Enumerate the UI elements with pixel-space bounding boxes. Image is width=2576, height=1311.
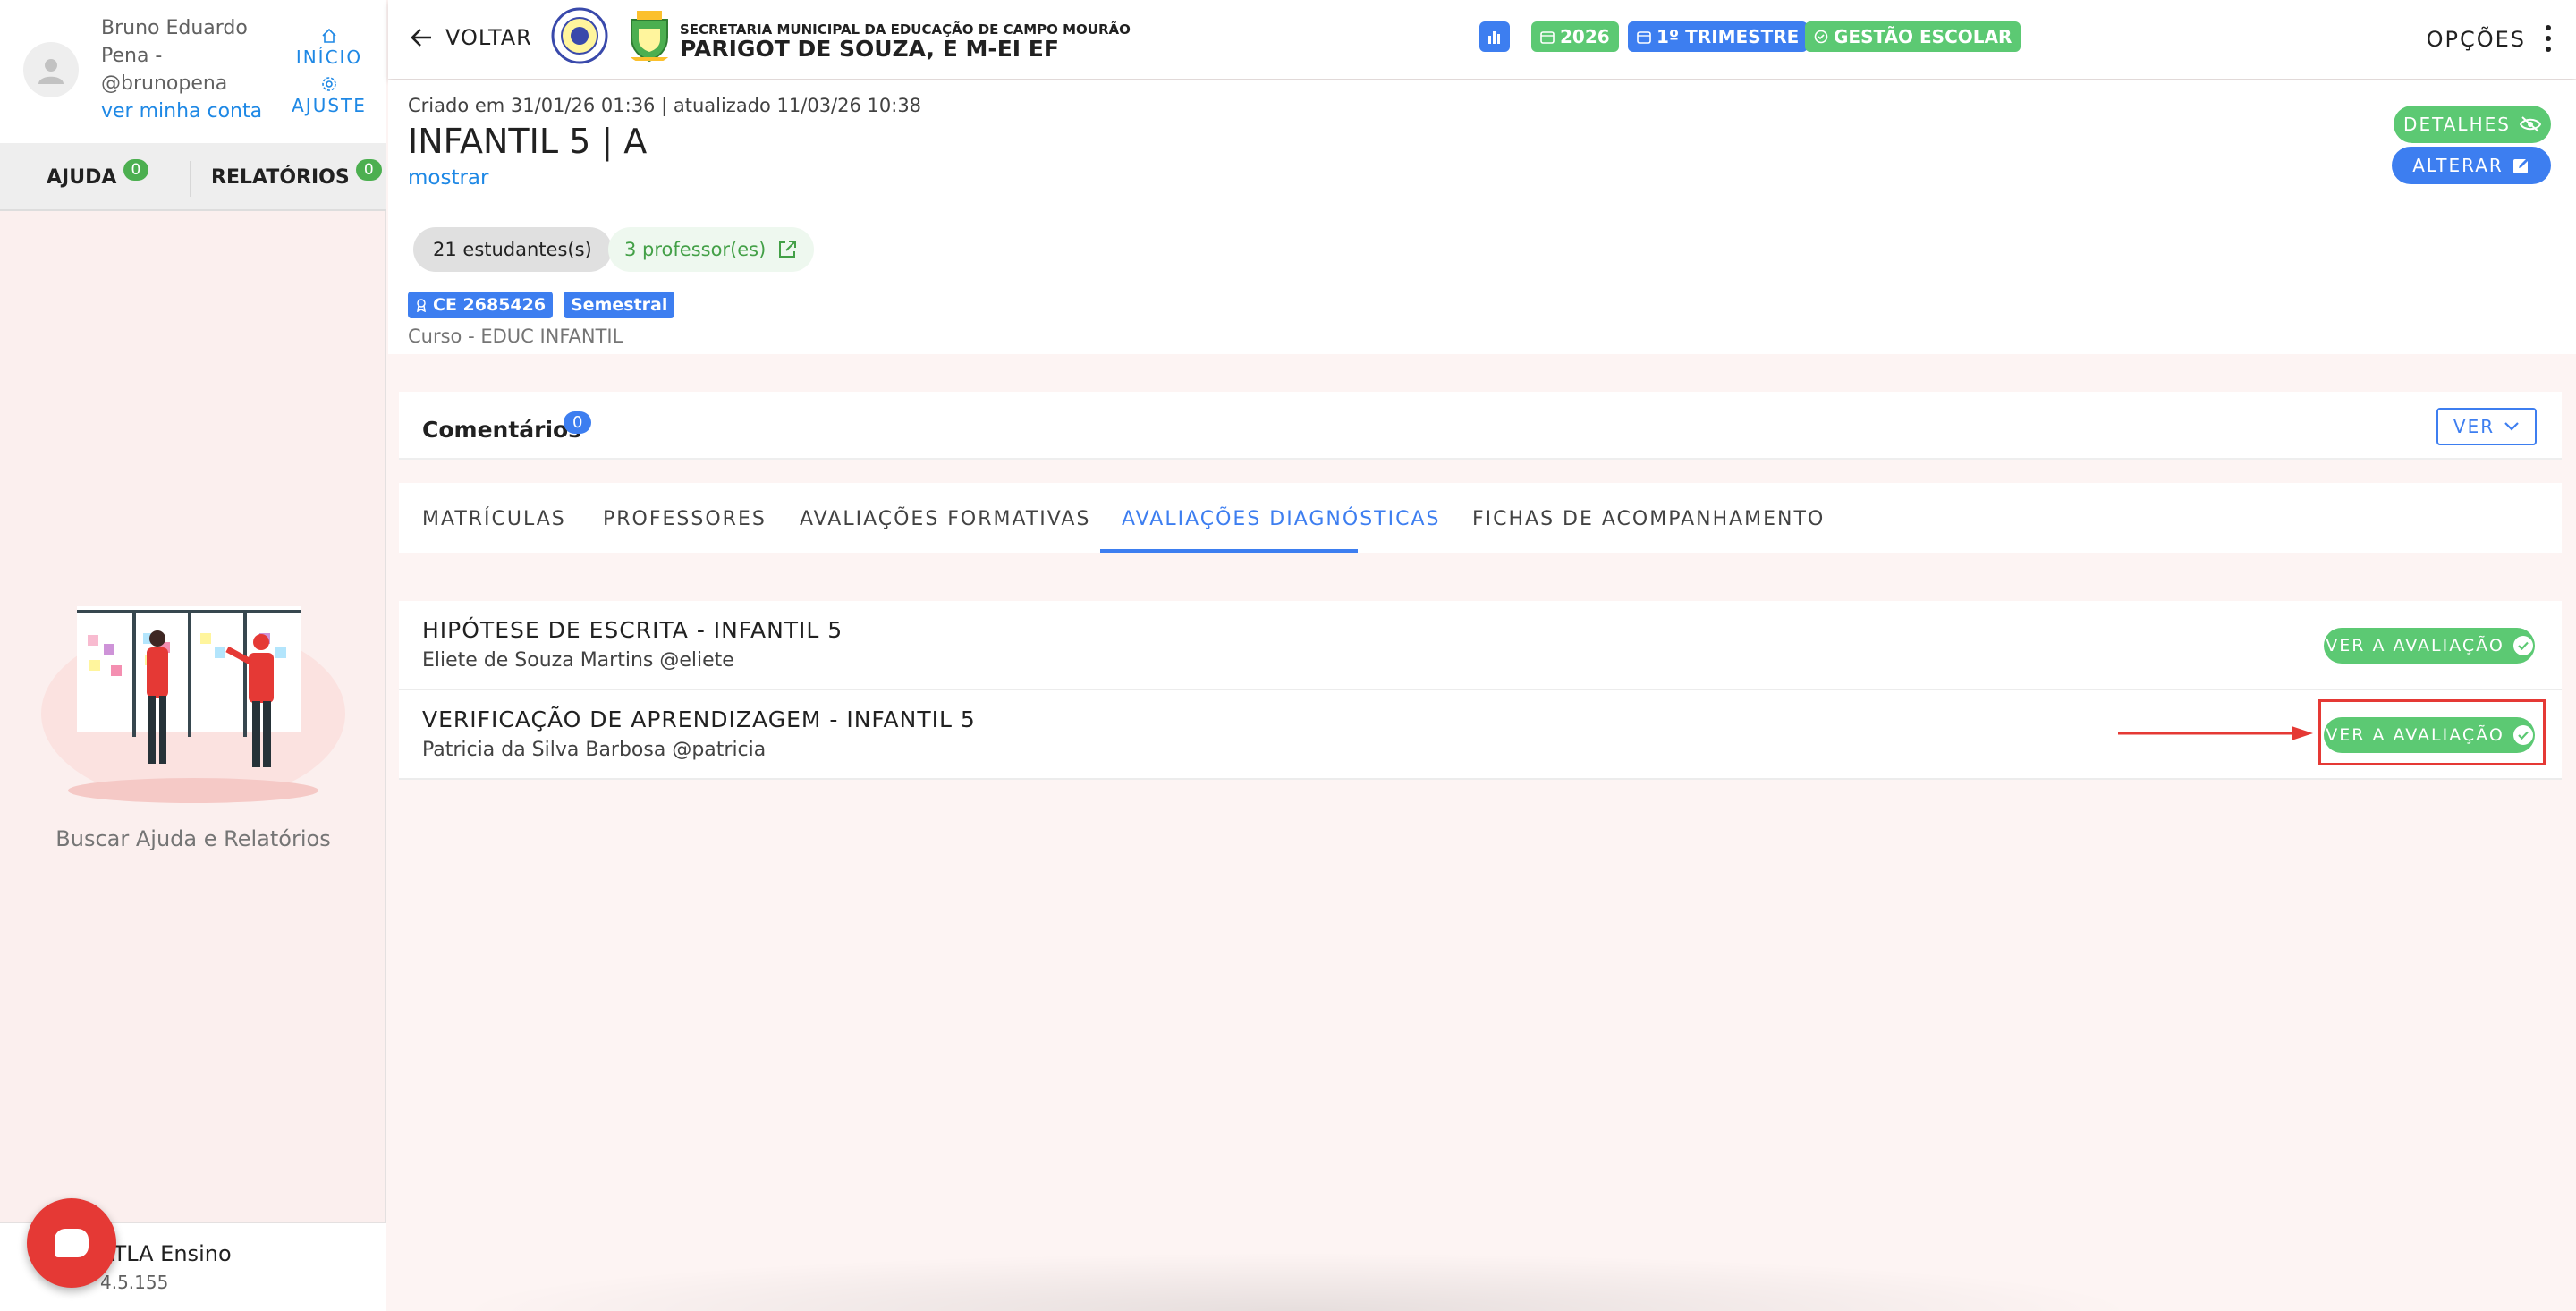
help-illustration — [41, 606, 345, 803]
details-button[interactable]: DETALHES — [2394, 106, 2551, 143]
calendar-icon — [1540, 31, 1555, 44]
avatar[interactable] — [23, 42, 79, 97]
comments-count-badge: 0 — [564, 411, 592, 434]
code-tag: CE 2685426 — [408, 292, 554, 318]
tab-divider — [190, 161, 191, 197]
user-icon — [38, 59, 64, 84]
app-name: ATLA Ensino — [100, 1241, 232, 1266]
side-tabs: AJUDA 0 RELATÓRIOS 0 — [0, 143, 386, 211]
edit-button[interactable]: ALTERAR — [2392, 147, 2551, 184]
tab-teachers[interactable]: PROFESSORES — [603, 508, 767, 530]
comments-panel: Comentários 0 VER — [399, 392, 2562, 460]
topbar: VOLTAR SECRETARIA MUNICIPAL DA EDUCAÇÃO … — [388, 0, 2576, 79]
check-circle-icon — [1814, 30, 1828, 44]
view-comments-label: VER — [2453, 416, 2496, 437]
teachers-pill[interactable]: 3 professor(es) — [608, 227, 815, 272]
annotation-arrow — [2118, 726, 2313, 740]
bar-chart-icon — [1488, 31, 1500, 44]
term-chip[interactable]: 1º TRIMESTRE — [1628, 21, 1809, 52]
school-name: PARIGOT DE SOUZA, E M-EI EF — [680, 36, 1059, 62]
home-icon — [284, 27, 374, 47]
assessment-title: VERIFICAÇÃO DE APRENDIZAGEM - INFANTIL 5 — [422, 706, 976, 732]
sidebar: Bruno Eduardo Pena - @brunopena ver minh… — [0, 0, 386, 1311]
stats-button[interactable] — [1479, 21, 1510, 52]
chat-button[interactable] — [27, 1198, 116, 1288]
city-coat-of-arms-logo — [626, 11, 673, 63]
class-tabs: MATRÍCULAS PROFESSORES AVALIAÇÕES FORMAT… — [399, 483, 2562, 553]
options-menu[interactable]: OPÇÕES — [2427, 27, 2526, 52]
user-block: Bruno Eduardo Pena - @brunopena ver minh… — [0, 0, 386, 143]
school-seal-logo — [551, 7, 608, 64]
back-button[interactable]: VOLTAR — [410, 25, 532, 50]
gear-icon — [284, 75, 374, 95]
external-link-icon — [779, 241, 797, 258]
students-pill[interactable]: 21 estudantes(s) — [413, 227, 612, 272]
tab-reports[interactable]: RELATÓRIOS 0 — [211, 159, 382, 189]
check-circle-icon — [2512, 636, 2533, 656]
school-management-chip[interactable]: GESTÃO ESCOLAR — [1805, 21, 2021, 52]
calendar-icon — [1637, 31, 1651, 44]
back-label: VOLTAR — [445, 25, 532, 50]
tab-tracking-sheets[interactable]: FICHAS DE ACOMPANHAMENTO — [1472, 508, 1825, 530]
management-chip-label: GESTÃO ESCOLAR — [1834, 26, 2012, 47]
code-tag-label: CE 2685426 — [433, 295, 547, 315]
active-tab-indicator — [1100, 549, 1358, 553]
nav-home[interactable]: INÍCIO — [284, 27, 374, 68]
term-chip-label: 1º TRIMESTRE — [1657, 26, 1800, 47]
nav-settings[interactable]: AJUSTE — [284, 75, 374, 116]
tab-diagnostic-assessments[interactable]: AVALIAÇÕES DIAGNÓSTICAS — [1122, 508, 1440, 530]
badge-icon — [417, 299, 426, 312]
teachers-pill-label: 3 professor(es) — [624, 239, 767, 260]
kebab-menu-icon[interactable] — [2546, 25, 2551, 52]
period-tag: Semestral — [564, 292, 675, 318]
assessment-title: HIPÓTESE DE ESCRITA - INFANTIL 5 — [422, 617, 843, 643]
assessment-author: Patricia da Silva Barbosa @patricia — [422, 739, 767, 761]
list-item: HIPÓTESE DE ESCRITA - INFANTIL 5 Eliete … — [399, 601, 2562, 690]
tab-enrollments[interactable]: MATRÍCULAS — [422, 508, 566, 530]
app-version: 4.5.155 — [100, 1272, 169, 1293]
edit-button-label: ALTERAR — [2412, 155, 2504, 176]
chevron-down-icon — [2504, 422, 2519, 431]
chat-icon — [55, 1229, 89, 1257]
help-search-text: Buscar Ajuda e Relatórios — [55, 826, 331, 851]
edit-icon — [2512, 158, 2529, 173]
tab-reports-label: RELATÓRIOS — [211, 166, 350, 189]
view-comments-button[interactable]: VER — [2436, 408, 2537, 445]
year-chip-label: 2026 — [1560, 26, 1610, 47]
comments-title: Comentários — [422, 417, 582, 443]
details-button-label: DETALHES — [2403, 114, 2511, 135]
view-assessment-button[interactable]: VER A AVALIAÇÃO — [2324, 628, 2535, 664]
view-assessment-label: VER A AVALIAÇÃO — [2326, 636, 2504, 656]
nav-home-label: INÍCIO — [295, 47, 363, 68]
assessment-list: HIPÓTESE DE ESCRITA - INFANTIL 5 Eliete … — [399, 601, 2562, 780]
eye-off-icon — [2519, 116, 2541, 132]
tab-help[interactable]: AJUDA 0 — [47, 159, 149, 189]
course-label: Curso - EDUC INFANTIL — [408, 326, 623, 347]
assessment-author: Eliete de Souza Martins @eliete — [422, 649, 734, 672]
help-count-badge: 0 — [123, 159, 149, 181]
year-chip[interactable]: 2026 — [1531, 21, 1619, 52]
nav-settings-label: AJUSTE — [292, 95, 367, 116]
bottom-shadow — [447, 1252, 2147, 1311]
reports-count-badge: 0 — [355, 159, 382, 181]
user-name: Bruno Eduardo Pena - @brunopena — [101, 17, 248, 95]
show-link[interactable]: mostrar — [408, 166, 488, 190]
account-link[interactable]: ver minha conta — [101, 100, 262, 123]
class-header: Criado em 31/01/26 01:36 | atualizado 11… — [388, 80, 2576, 354]
page-title: INFANTIL 5 | A — [408, 122, 648, 161]
tab-formative-assessments[interactable]: AVALIAÇÕES FORMATIVAS — [800, 508, 1090, 530]
arrow-left-icon — [411, 29, 431, 47]
class-meta: Criado em 31/01/26 01:36 | atualizado 11… — [408, 95, 922, 116]
tab-help-label: AJUDA — [47, 166, 117, 189]
annotation-highlight-box — [2318, 699, 2546, 765]
